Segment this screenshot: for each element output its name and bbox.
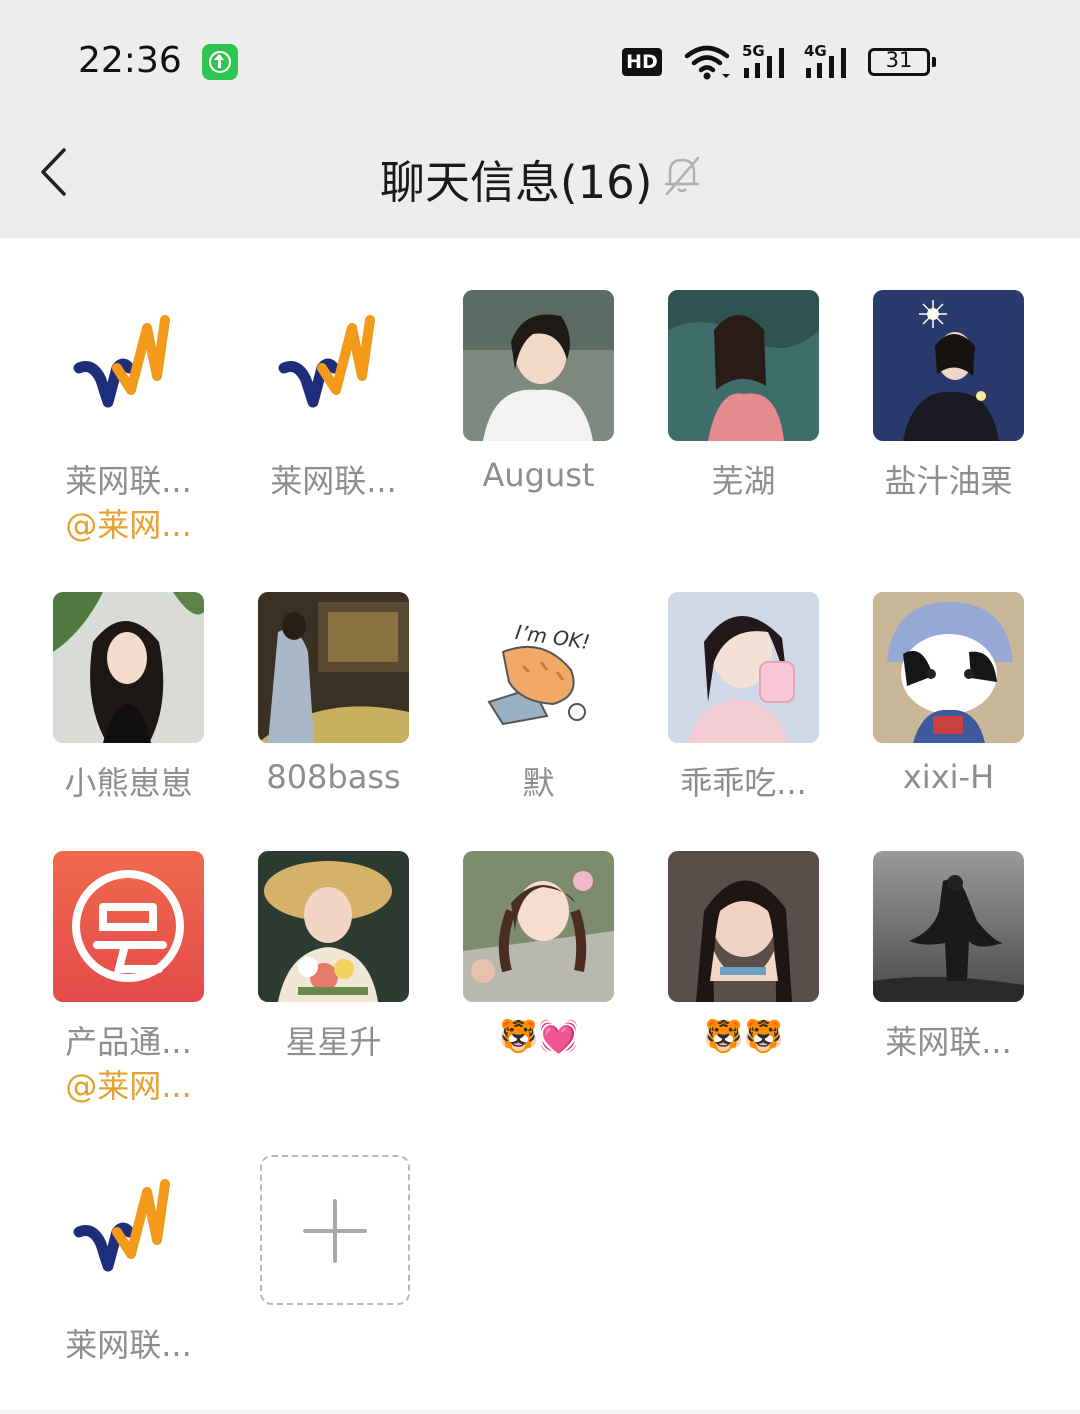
member-name: 默 xyxy=(522,764,555,802)
member-name: 小熊崽崽 xyxy=(64,764,193,802)
signal-4g-icon: 4G xyxy=(804,42,846,78)
avatar[interactable] xyxy=(258,290,409,441)
chevron-left-icon[interactable] xyxy=(38,146,72,198)
avatar[interactable] xyxy=(668,290,819,441)
member-name: 星星升 xyxy=(285,1023,382,1061)
avatar[interactable]: I’m OK! xyxy=(463,592,614,743)
member-name: August xyxy=(482,456,595,494)
member-name: 乖乖吃... xyxy=(680,764,807,802)
member-name: 莱网联... xyxy=(885,1023,1012,1061)
network-5g-label: 5G xyxy=(742,42,765,60)
member-name: 🐯🐯 xyxy=(703,1017,784,1055)
member-name: 808bass xyxy=(266,758,401,796)
avatar[interactable] xyxy=(668,851,819,1002)
member-name: 芜湖 xyxy=(711,462,776,500)
member-name: 莱网联... xyxy=(65,1326,192,1364)
upload-app-icon xyxy=(202,44,238,80)
top-bar: 22:36 HD 5G 4G 31 聊天信息(16) xyxy=(0,0,1080,238)
avatar[interactable] xyxy=(258,592,409,743)
status-time: 22:36 xyxy=(78,40,182,81)
hd-icon: HD xyxy=(622,48,662,76)
avatar[interactable] xyxy=(463,290,614,441)
member-name: 莱网联... xyxy=(270,462,397,500)
avatar[interactable] xyxy=(53,290,204,441)
avatar[interactable] xyxy=(258,851,409,1002)
battery-icon: 31 xyxy=(868,48,936,76)
avatar[interactable] xyxy=(873,290,1024,441)
member-mention: @莱网... xyxy=(65,506,192,544)
member-mention: @莱网... xyxy=(65,1067,192,1105)
avatar[interactable] xyxy=(668,592,819,743)
battery-level: 31 xyxy=(885,48,913,72)
avatar[interactable] xyxy=(53,1154,204,1305)
add-member-button[interactable] xyxy=(260,1155,410,1305)
avatar[interactable] xyxy=(53,851,204,1002)
plus-icon xyxy=(303,1199,367,1263)
divider xyxy=(0,1410,1080,1414)
avatar[interactable] xyxy=(463,851,614,1002)
member-name: 莱网联... xyxy=(65,462,192,500)
member-name: xixi-H xyxy=(902,758,995,796)
member-name: 盐汁油栗 xyxy=(884,462,1013,500)
member-name: 产品通... xyxy=(65,1023,192,1061)
page-title: 聊天信息(16) xyxy=(380,156,653,209)
avatar[interactable] xyxy=(873,851,1024,1002)
member-name: 🐯💓 xyxy=(498,1017,579,1055)
bell-off-icon[interactable] xyxy=(662,154,702,196)
wifi-icon xyxy=(684,45,730,80)
avatar[interactable] xyxy=(873,592,1024,743)
signal-5g-icon: 5G xyxy=(742,42,784,78)
network-4g-label: 4G xyxy=(804,42,827,60)
avatar[interactable] xyxy=(53,592,204,743)
